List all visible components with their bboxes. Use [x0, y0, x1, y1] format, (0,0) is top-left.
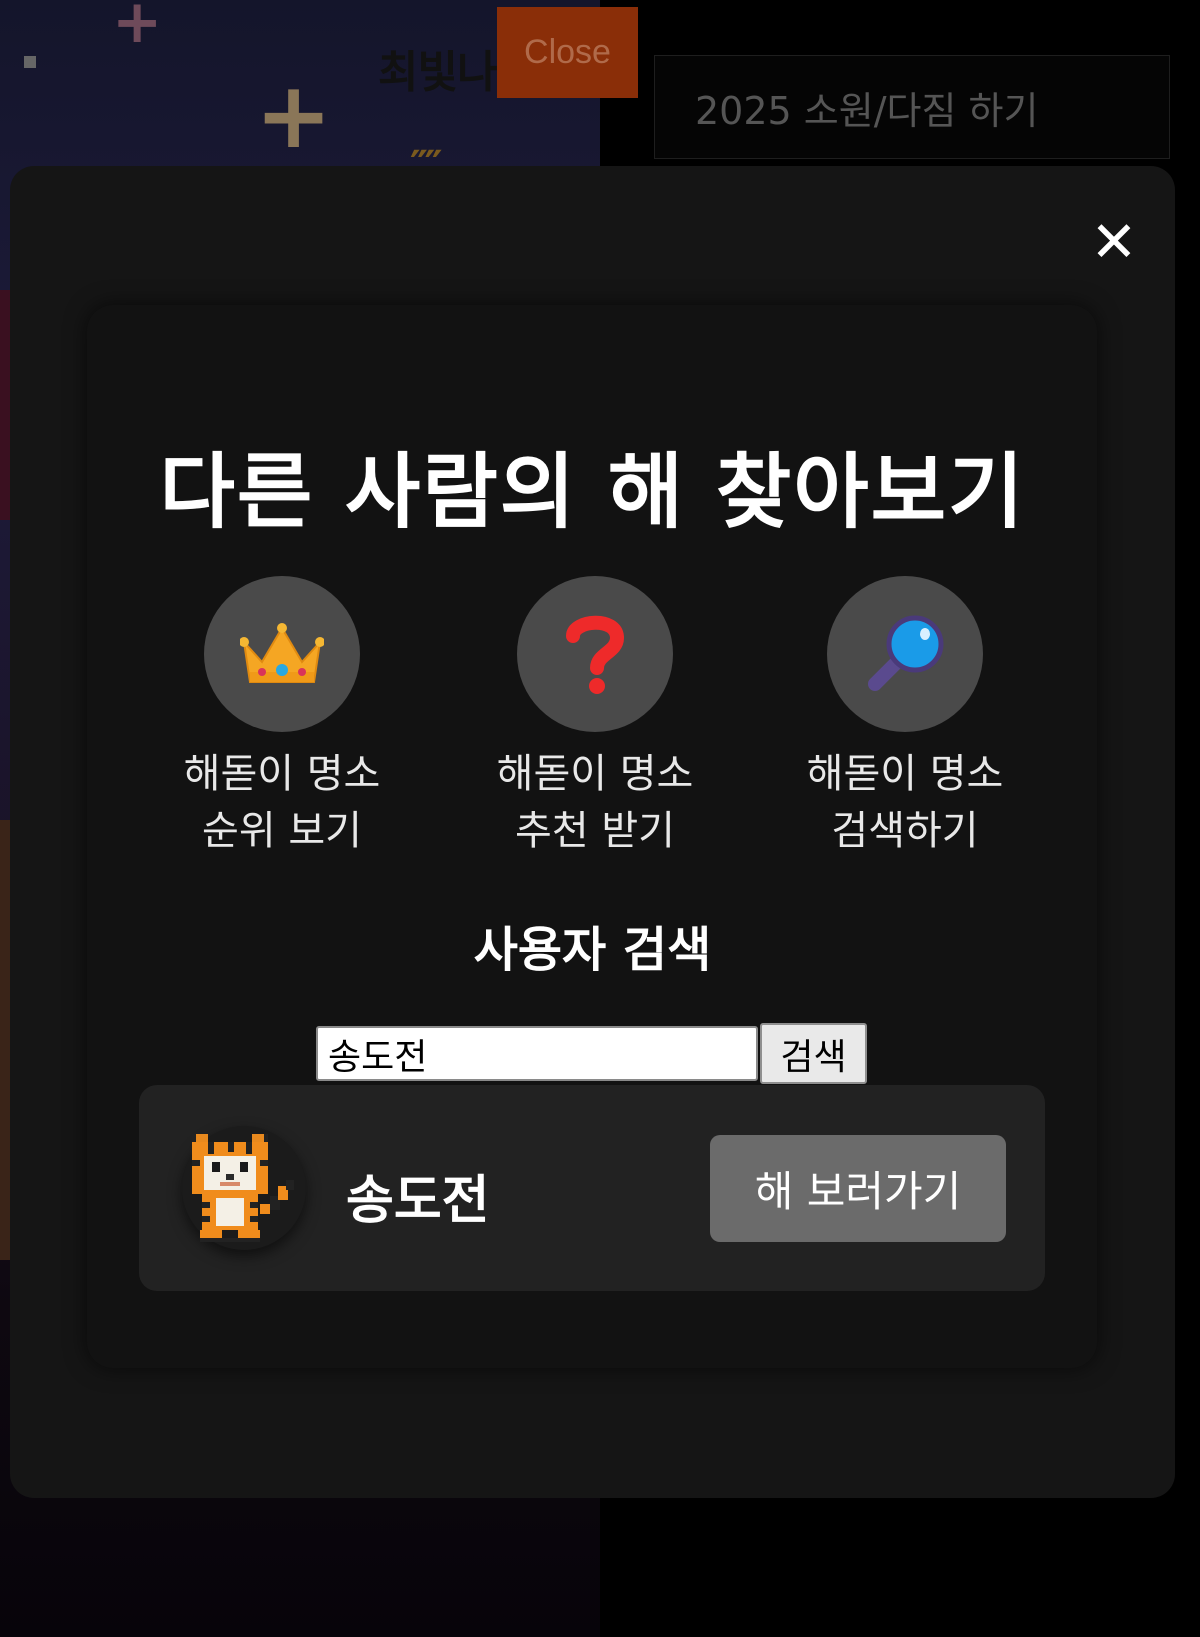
- result-user-name: 송도전: [346, 1171, 490, 1231]
- user-search-title: 사용자 검색: [473, 922, 712, 978]
- feature-label: 해돋이 명소 검색하기: [806, 751, 1004, 854]
- user-search-button[interactable]: 검색: [760, 1023, 867, 1084]
- sparkle-icon: +: [255, 62, 333, 169]
- avatar: [182, 1126, 306, 1250]
- background-subtitle-fragment: ⁗: [410, 146, 590, 166]
- pixel-tiger-avatar: [192, 1134, 294, 1242]
- background-edge: [0, 820, 10, 1260]
- modal-heading: 다른 사람의 해 찾아보기: [159, 445, 1026, 540]
- user-search-input[interactable]: [316, 1026, 758, 1081]
- recommend-feature-button[interactable]: 해돋이 명소 추천 받기: [460, 576, 730, 860]
- visit-sun-button[interactable]: 해 보러가기: [710, 1135, 1006, 1242]
- close-icon[interactable]: ✕: [1086, 215, 1142, 271]
- search-feature-button[interactable]: 해돋이 명소 검색하기: [770, 576, 1040, 860]
- ranking-feature-button[interactable]: 해돋이 명소 순위 보기: [147, 576, 417, 860]
- sparkle-icon: +: [112, 0, 163, 57]
- magnifier-icon: [868, 615, 944, 691]
- feature-label: 해돋이 명소 추천 받기: [496, 751, 694, 854]
- star-dot: [24, 56, 36, 68]
- feature-icon-circle: [517, 576, 673, 732]
- feature-icon-circle: [827, 576, 983, 732]
- crown-icon: [240, 623, 324, 683]
- question-mark-icon: [566, 615, 625, 694]
- feature-icon-circle: [204, 576, 360, 732]
- background-close-button[interactable]: Close: [497, 7, 638, 98]
- wish-button[interactable]: 2025 소원/다짐 하기: [654, 55, 1170, 159]
- background-page-title: 최빛나: [378, 47, 497, 98]
- feature-label: 해돋이 명소 순위 보기: [183, 751, 381, 854]
